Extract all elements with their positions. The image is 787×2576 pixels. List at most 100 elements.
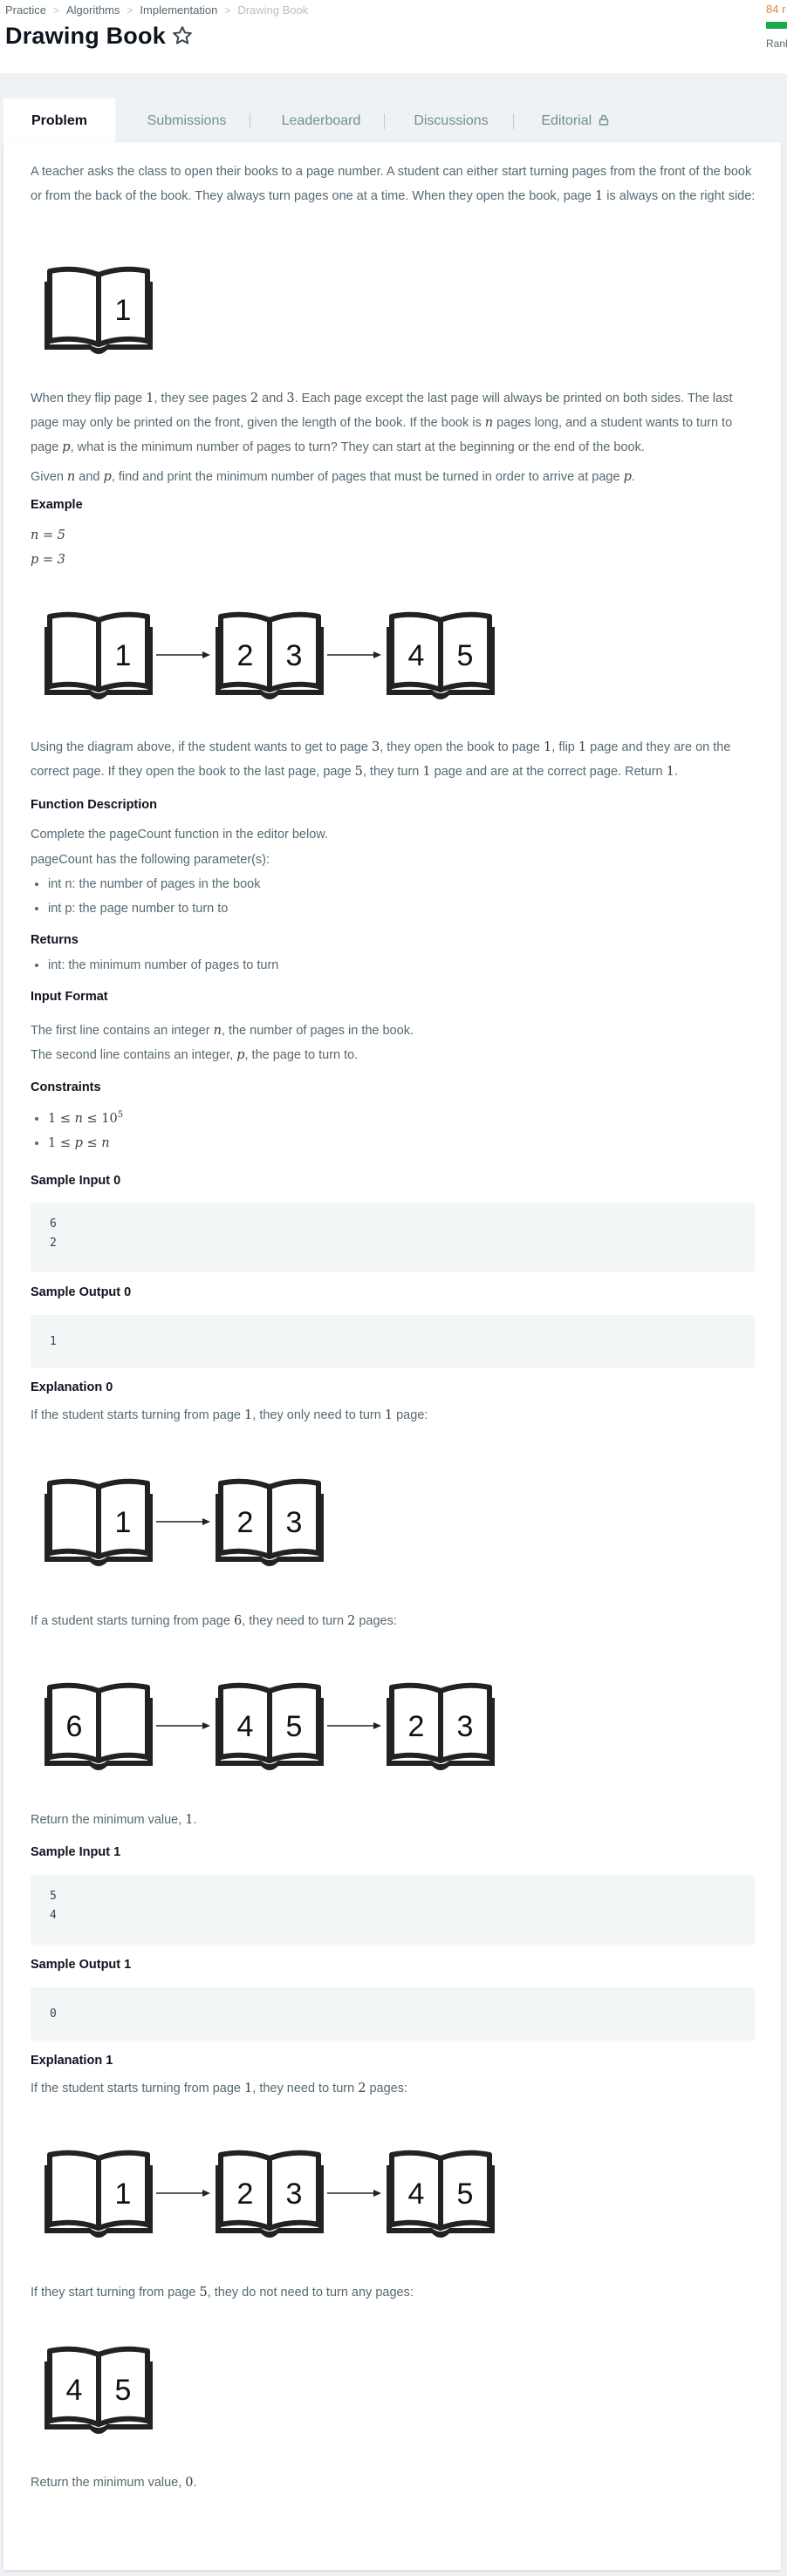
book-icon: 1 xyxy=(44,266,153,354)
book-left-page xyxy=(47,611,101,692)
code-line: 5 xyxy=(50,1890,57,1903)
book-icon: 45 xyxy=(216,1682,324,1770)
explanation-0-line-2: If a student starts turning from page 6,… xyxy=(31,1614,397,1628)
book-page-number: 5 xyxy=(457,639,474,672)
tab-leaderboard[interactable]: Leaderboard xyxy=(257,99,386,142)
diagram-explanation-1a: 1 23 45 xyxy=(44,2150,500,2250)
arrow-right-icon xyxy=(373,2190,381,2197)
explanation-0-line-1: If the student starts turning from page … xyxy=(31,1408,428,1422)
constraint-item: 1 ≤ n ≤ 105 xyxy=(48,1103,123,1131)
book-left-page xyxy=(47,2150,101,2231)
code-line: 1 xyxy=(50,1335,57,1348)
star-icon[interactable] xyxy=(171,24,194,47)
task-paragraph: Given n and p, find and print the minimu… xyxy=(31,470,635,484)
lock-icon xyxy=(599,114,608,126)
book-diagram: 1 xyxy=(44,266,153,354)
explanation-1-line-1: If the student starts turning from page … xyxy=(31,2082,407,2096)
breadcrumb-current: Drawing Book xyxy=(237,3,309,17)
explanation-1-line-2: If they start turning from page 5, they … xyxy=(31,2286,414,2300)
chevron-right-icon: > xyxy=(52,4,59,17)
tab-editorial-label: Editorial xyxy=(541,113,592,128)
code-line: 6 xyxy=(50,1217,57,1230)
book-page-number: 1 xyxy=(115,1506,132,1539)
arrow-right-icon xyxy=(202,1518,210,1525)
book-page-number: 2 xyxy=(408,1710,425,1743)
book-page-number: 4 xyxy=(66,2374,83,2407)
intro-text: is always on the right side: xyxy=(603,189,756,203)
code-line: 0 xyxy=(50,2007,57,2021)
explanation-1-result: Return the minimum value, 0. xyxy=(31,2476,197,2490)
explanation-1-heading: Explanation 1 xyxy=(31,2054,113,2068)
rank-text: Rank xyxy=(766,37,787,50)
breadcrumb-implementation[interactable]: Implementation xyxy=(140,3,217,17)
book-diagram: 45 xyxy=(44,2346,153,2434)
book-page-number: 1 xyxy=(115,639,132,672)
sample-output-1: 0 xyxy=(31,1987,755,2041)
book-icon: 45 xyxy=(44,2346,153,2434)
book-page-number: 2 xyxy=(237,2177,254,2211)
input-line-1: The first line contains an integer n, th… xyxy=(31,1024,414,1038)
book-icon: 1 xyxy=(44,2150,153,2238)
book-page-number: 4 xyxy=(408,2177,425,2211)
returns-heading: Returns xyxy=(31,933,79,947)
example-heading: Example xyxy=(31,498,83,512)
book-page-number: 2 xyxy=(237,1506,254,1539)
book-icon: 23 xyxy=(216,611,324,699)
sample-output-1-heading: Sample Output 1 xyxy=(31,1958,132,1972)
book-page-number: 1 xyxy=(115,2177,132,2211)
book-diagram: 1 23 45 xyxy=(44,611,495,699)
constraint-item: 1 ≤ p ≤ n xyxy=(48,1131,123,1155)
breadcrumb-practice[interactable]: Practice xyxy=(5,3,46,17)
intro-paragraph: A teacher asks the class to open their b… xyxy=(31,160,763,208)
tab-divider xyxy=(513,113,514,129)
book-icon: 23 xyxy=(216,1478,324,1566)
book-icon: 1 xyxy=(44,1478,153,1566)
breadcrumb: Practice > Algorithms > Implementation > Drawi… xyxy=(5,3,308,17)
score-progress-bar xyxy=(766,22,787,29)
explanation-0-heading: Explanation 0 xyxy=(31,1380,113,1394)
breadcrumb-algorithms[interactable]: Algorithms xyxy=(66,3,120,17)
tab-problem[interactable]: Problem xyxy=(3,99,115,142)
code-line: 4 xyxy=(50,1909,57,1922)
code-line: 2 xyxy=(50,1237,57,1250)
problem-statement: A teacher asks the class to open their b… xyxy=(3,142,781,2570)
book-page-number: 6 xyxy=(66,1710,83,1743)
arrow-right-icon xyxy=(202,651,210,658)
book-diagram: 6 45 23 xyxy=(44,1682,495,1770)
book-page-number: 3 xyxy=(286,1506,303,1539)
book-page-number: 4 xyxy=(408,639,425,672)
book-icon: 45 xyxy=(387,611,495,699)
tab-discussions[interactable]: Discussions xyxy=(387,99,515,142)
arrow-right-icon xyxy=(373,651,381,658)
constraints-heading: Constraints xyxy=(31,1080,101,1094)
book-right-page xyxy=(96,1682,150,1763)
book-page-number: 3 xyxy=(286,639,303,672)
chevron-right-icon: > xyxy=(224,4,231,17)
tab-bar: Problem Submissions Leaderboard Discussi… xyxy=(3,99,784,142)
function-text: Complete the pageCount function in the e… xyxy=(31,828,328,842)
input-line-2: The second line contains an integer, p, … xyxy=(31,1048,359,1062)
math-value: 1 xyxy=(595,189,604,203)
explanation-0-result: Return the minimum value, 1. xyxy=(31,1813,197,1827)
book-left-page xyxy=(47,266,101,347)
example-explanation: Using the diagram above, if the student … xyxy=(31,740,731,779)
book-page-number: 1 xyxy=(115,294,132,327)
book-icon: 23 xyxy=(216,2150,324,2238)
diagram-intro: 1 xyxy=(44,266,158,366)
book-page-number: 5 xyxy=(286,1710,303,1743)
tab-editorial[interactable]: Editorial xyxy=(522,99,628,142)
params-text: pageCount has the following parameter(s)… xyxy=(31,853,270,867)
book-page-number: 2 xyxy=(237,639,254,672)
diagram-explanation-1b: 45 xyxy=(44,2346,158,2446)
flip-paragraph: When they flip page 1, they see pages 2 … xyxy=(31,392,733,454)
score-text: 84 r xyxy=(766,3,786,16)
list-item: int p: the page number to turn to xyxy=(48,896,260,921)
book-page-number: 5 xyxy=(115,2374,132,2407)
arrow-right-icon xyxy=(373,1722,381,1729)
tab-submissions[interactable]: Submissions xyxy=(126,99,248,142)
book-page-number: 3 xyxy=(286,2177,303,2211)
book-icon: 45 xyxy=(387,2150,495,2238)
example-n: n = 5 xyxy=(31,528,65,542)
tab-divider xyxy=(384,113,385,129)
params-list: int n: the number of pages in the book i… xyxy=(31,872,260,921)
